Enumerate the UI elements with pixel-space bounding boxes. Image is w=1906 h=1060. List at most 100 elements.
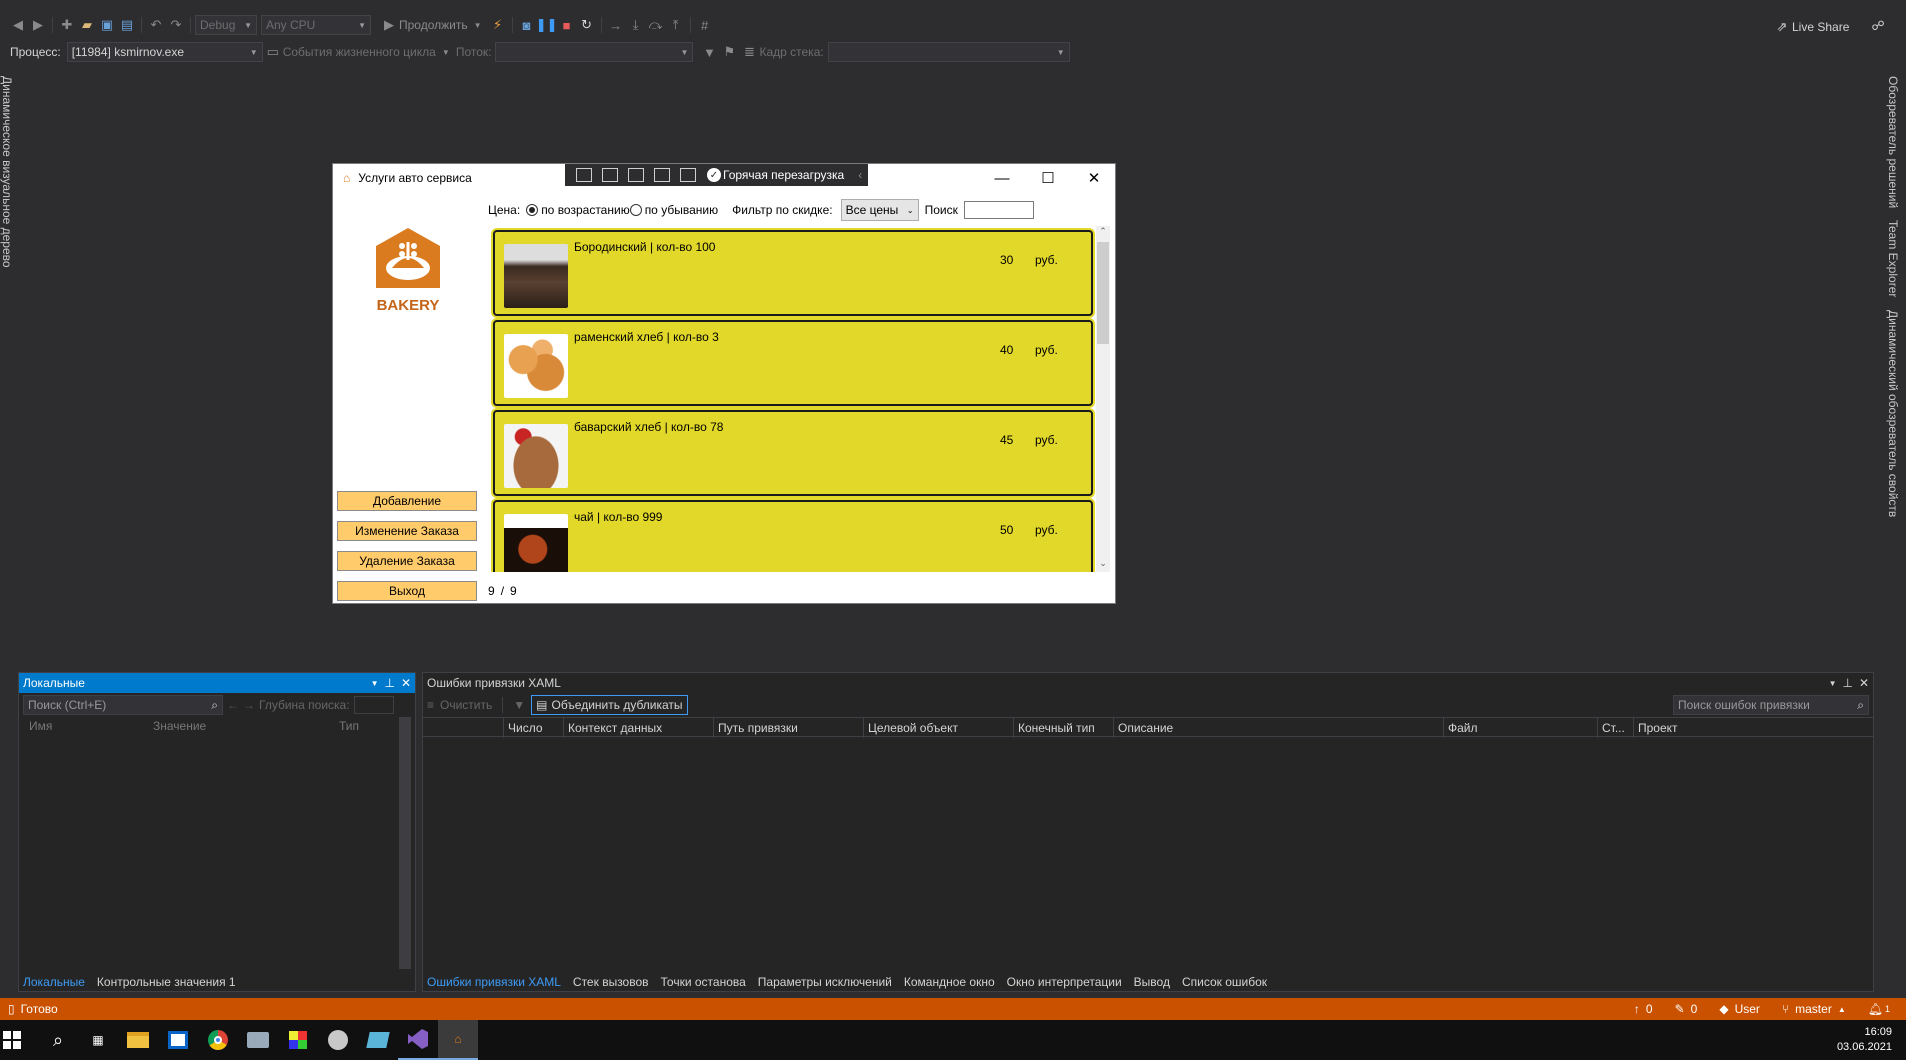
tab-immediate-window[interactable]: Окно интерпретации (1007, 975, 1122, 989)
locals-scrollbar[interactable] (399, 717, 411, 969)
tab-breakpoints[interactable]: Точки останова (661, 975, 746, 989)
show-next-statement-icon[interactable]: → (606, 15, 626, 35)
stack-icon[interactable]: ≣ (739, 42, 759, 62)
notifications-button[interactable]: 🔔︎ 1 (1868, 1002, 1890, 1016)
search-icon[interactable]: ⌕ (211, 698, 218, 713)
scroll-up-icon[interactable]: ⌃ (1096, 226, 1110, 240)
new-item-icon[interactable]: ✚ (57, 15, 77, 35)
delete-order-button[interactable]: Удаление Заказа (337, 551, 477, 571)
page-current[interactable]: 9 (488, 584, 495, 598)
product-card[interactable]: раменский хлеб | кол-во 3 40 руб. (493, 320, 1093, 406)
windows-start-icon[interactable] (0, 1020, 24, 1060)
edit-order-button[interactable]: Изменение Заказа (337, 521, 477, 541)
configuration-combo[interactable]: Debug ▼ (195, 15, 257, 35)
pin-icon[interactable]: ⊥ (1842, 676, 1852, 690)
thread-combo[interactable]: ▼ (495, 42, 694, 62)
hot-reload-label[interactable]: Горячая перезагрузка (723, 168, 844, 182)
pause-icon[interactable]: ❚❚ (536, 15, 558, 35)
column-project[interactable]: Проект (1633, 718, 1678, 738)
radio-desc-label[interactable]: по убыванию (645, 203, 718, 217)
add-button[interactable]: Добавление (337, 491, 477, 511)
product-list[interactable]: Бородинский | кол-во 100 30 руб. раменск… (488, 226, 1110, 572)
close-icon[interactable]: ✕ (1859, 676, 1869, 690)
redo-icon[interactable]: ↷ (166, 15, 186, 35)
tab-output[interactable]: Вывод (1134, 975, 1170, 989)
depth-combo[interactable] (353, 696, 394, 714)
filter-icon[interactable]: ▼ (699, 42, 719, 62)
app-icon-printer[interactable] (238, 1020, 278, 1060)
pin-icon[interactable]: ⊥ (384, 676, 394, 690)
close-icon[interactable]: ✕ (401, 676, 411, 690)
feedback-icon[interactable]: ☍ (1868, 16, 1888, 36)
play-icon[interactable]: ▶ (379, 15, 399, 35)
lifecycle-events-button[interactable]: События жизненного цикла (283, 45, 436, 59)
clear-icon[interactable]: ≡ (427, 698, 434, 712)
pending-changes-button[interactable]: ✎ 0 (1675, 1002, 1698, 1016)
live-visual-tree-tab[interactable]: Динамическое визуальное дерево (0, 76, 14, 276)
scroll-down-icon[interactable]: ⌄ (1096, 558, 1110, 572)
search-input[interactable] (963, 201, 1034, 219)
branch-button[interactable]: ⑂ master ▲ (1782, 1002, 1846, 1016)
clock[interactable]: 16:09 03.06.2021 (1837, 1025, 1906, 1055)
product-card[interactable]: баварский хлеб | кол-во 78 45 руб. (493, 410, 1093, 496)
task-view-icon[interactable]: ▦ (78, 1020, 118, 1060)
visual-studio-icon[interactable] (398, 1020, 438, 1060)
step-over-icon[interactable]: ⤼ (646, 15, 666, 35)
page-total[interactable]: 9 (510, 584, 517, 598)
binding-failures-icon[interactable] (680, 168, 696, 182)
tab-call-stack[interactable]: Стек вызовов (573, 975, 649, 989)
forward-icon[interactable]: ▶ (28, 15, 48, 35)
dropdown-icon[interactable]: ▼ (371, 679, 379, 688)
collapse-icon[interactable]: ‹ (858, 168, 862, 182)
store-icon[interactable] (158, 1020, 198, 1060)
merge-duplicates-button[interactable]: ▤ Объединить дубликаты (531, 695, 688, 715)
go-to-live-tree-icon[interactable] (576, 168, 592, 182)
column-type[interactable]: Тип (339, 719, 359, 733)
column-count[interactable]: Число (503, 718, 543, 738)
solution-explorer-tab[interactable]: Обозреватель решений (1880, 76, 1900, 208)
filter-icon[interactable]: ▼ (513, 698, 525, 712)
scroll-thumb[interactable] (1097, 242, 1109, 344)
save-all-icon[interactable]: ▤ (117, 15, 137, 35)
column-name[interactable]: Имя (29, 719, 153, 733)
back-icon[interactable]: ◀ (8, 15, 28, 35)
display-adorners-icon[interactable] (628, 168, 644, 182)
column-data-context[interactable]: Контекст данных (563, 718, 662, 738)
undo-icon[interactable]: ↶ (146, 15, 166, 35)
hot-reload-icon[interactable]: ⚡ (488, 15, 508, 35)
app-icon-notes[interactable] (358, 1020, 398, 1060)
step-out-icon[interactable]: ⤒ (666, 15, 686, 35)
stack-frame-combo[interactable]: ▼ (827, 42, 1070, 62)
running-app-icon[interactable]: ⌂ (438, 1020, 478, 1060)
discount-filter-combo[interactable]: Все цены ⌄ (840, 199, 919, 221)
chrome-icon[interactable] (198, 1020, 238, 1060)
list-scrollbar[interactable]: ⌃ ⌄ (1096, 226, 1110, 572)
column-line[interactable]: Ст... (1597, 718, 1625, 738)
restart-icon[interactable]: ↻ (577, 15, 597, 35)
step-into-icon[interactable]: ⤓ (626, 15, 646, 35)
track-focus-icon[interactable] (654, 168, 670, 182)
tab-xaml-binding-failures[interactable]: Ошибки привязки XAML (427, 975, 561, 989)
close-button[interactable]: ✕ (1071, 164, 1117, 192)
radio-asc[interactable] (526, 204, 539, 216)
app-icon-disk[interactable] (318, 1020, 358, 1060)
column-target[interactable]: Целевой объект (863, 718, 958, 738)
exit-button[interactable]: Выход (337, 581, 477, 601)
clear-button[interactable]: Очистить (440, 698, 492, 712)
forward-icon[interactable]: → (243, 698, 255, 712)
app-icon-cube[interactable] (278, 1020, 318, 1060)
live-share-button[interactable]: ⇗ Live Share (1772, 18, 1850, 36)
open-folder-icon[interactable]: ▰ (77, 15, 97, 35)
column-file[interactable]: Файл (1443, 718, 1478, 738)
dropdown-icon[interactable]: ▼ (468, 15, 488, 35)
search-icon[interactable]: ⌕ (1857, 698, 1864, 713)
file-explorer-icon[interactable] (118, 1020, 158, 1060)
product-card[interactable]: Бородинский | кол-во 100 30 руб. (493, 230, 1093, 316)
column-target-type[interactable]: Конечный тип (1013, 718, 1095, 738)
tab-watch-1[interactable]: Контрольные значения 1 (97, 975, 236, 989)
maximize-button[interactable]: ☐ (1025, 164, 1071, 192)
column-value[interactable]: Значение (153, 719, 339, 733)
team-explorer-tab[interactable]: Team Explorer (1880, 220, 1900, 297)
back-icon[interactable]: ← (227, 698, 239, 712)
minimize-button[interactable]: — (979, 164, 1025, 192)
